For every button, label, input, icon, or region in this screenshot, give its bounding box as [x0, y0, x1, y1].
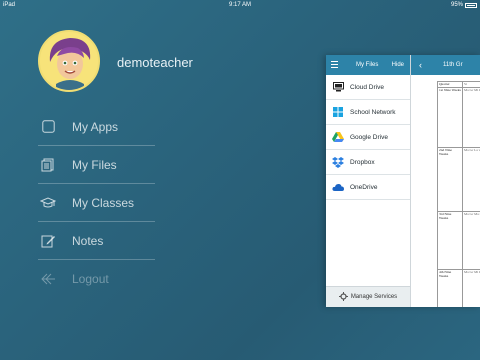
quarter-cell: 2nd Nine Weeks	[437, 147, 463, 212]
menu-item-label: My Files	[72, 157, 117, 172]
menu-item-notes[interactable]: Notes	[38, 222, 155, 260]
logout-icon	[40, 271, 56, 287]
back-icon[interactable]: ‹	[419, 60, 422, 70]
menu-item-label: Logout	[72, 271, 109, 286]
document-viewer: ‹ 11th Gr Quarter St 1st Nine Weeks Ma G…	[411, 55, 480, 307]
quarter-cell: 4th Nine Weeks	[437, 269, 463, 307]
service-label: OneDrive	[350, 183, 378, 191]
battery-percent: 95%	[450, 2, 463, 8]
table-row: 2nd Nine Weeks Ma Gr La wi Mi Ro Th Ma R…	[437, 147, 480, 212]
document-header: ‹ 11th Gr	[411, 55, 480, 75]
table-row: 1st Nine Weeks Ma Gr Mi Pa Ma wi Mi Re P…	[437, 87, 480, 148]
menu-item-my-classes[interactable]: My Classes	[38, 184, 155, 222]
windows-icon	[332, 106, 344, 118]
document-title: 11th Gr	[443, 62, 463, 68]
files-icon	[40, 157, 56, 173]
menu-item-my-files[interactable]: My Files	[38, 146, 155, 184]
gear-icon	[338, 291, 348, 303]
main-menu: My Apps My Files My Classes Notes Logout	[38, 108, 155, 297]
battery-icon	[465, 2, 477, 8]
menu-item-label: My Apps	[72, 119, 119, 134]
service-dropbox[interactable]: Dropbox	[326, 150, 410, 175]
avatar[interactable]	[38, 30, 100, 92]
quarter-cell: 1st Nine Weeks	[437, 87, 463, 148]
document-page: Quarter St 1st Nine Weeks Ma Gr Mi Pa Ma…	[411, 81, 480, 307]
service-label: School Network	[350, 108, 396, 116]
table-row: 4th Nine Weeks Ma Gr Mi Pa	[437, 269, 480, 307]
manage-services-label: Manage Services	[350, 294, 398, 300]
my-files-title: My Files	[356, 62, 379, 68]
menu-item-label: Notes	[72, 233, 104, 248]
cloud-drive-icon	[332, 81, 344, 93]
files-overlay-panel: My Files Hide Cloud Drive School Network…	[326, 55, 480, 307]
onedrive-icon	[332, 181, 344, 193]
clock: 9:17 AM	[228, 2, 251, 8]
service-onedrive[interactable]: OneDrive	[326, 175, 410, 200]
manage-services-button[interactable]: Manage Services	[326, 286, 410, 307]
content-cell: Ma Gr Mi Pa	[462, 269, 480, 307]
service-school-network[interactable]: School Network	[326, 100, 410, 125]
my-files-sidebar: My Files Hide Cloud Drive School Network…	[326, 55, 411, 307]
service-label: Cloud Drive	[350, 83, 384, 91]
curriculum-table: Quarter St 1st Nine Weeks Ma Gr Mi Pa Ma…	[437, 81, 480, 307]
google-drive-icon	[332, 131, 344, 143]
table-row: 3rd Nine Weeks Ma Gr Ma Qu Lo Mi Ma Vi K…	[437, 211, 480, 270]
content-cell: Ma Gr Ma Qu Lo Mi Ma Vi Ko Pa	[462, 211, 480, 270]
menu-item-label: My Classes	[72, 195, 135, 210]
avatar-illustration	[40, 32, 98, 90]
menu-item-logout[interactable]: Logout	[38, 260, 155, 297]
menu-item-my-apps[interactable]: My Apps	[38, 108, 155, 146]
service-cloud-drive[interactable]: Cloud Drive	[326, 75, 410, 100]
service-label: Google Drive	[350, 133, 388, 141]
dropbox-icon	[332, 156, 344, 168]
edit-icon	[40, 233, 56, 249]
content-cell: Ma Gr La wi Mi Ro Th Ma Re Pa	[462, 147, 480, 212]
graduation-cap-icon	[40, 195, 56, 211]
square-icon	[40, 119, 56, 135]
profile-username: demoteacher	[117, 55, 193, 70]
service-label: Dropbox	[350, 158, 375, 166]
hide-button[interactable]: Hide	[392, 62, 404, 68]
status-bar: iPad 9:17 AM 95%	[0, 0, 480, 12]
content-cell: Ma Gr Mi Pa Ma wi Mi Re Pa	[462, 87, 480, 148]
battery-status: 95%	[451, 2, 477, 8]
hamburger-menu-icon[interactable]	[331, 61, 338, 70]
service-google-drive[interactable]: Google Drive	[326, 125, 410, 150]
quarter-cell: 3rd Nine Weeks	[437, 211, 463, 270]
my-files-header: My Files Hide	[326, 55, 410, 75]
